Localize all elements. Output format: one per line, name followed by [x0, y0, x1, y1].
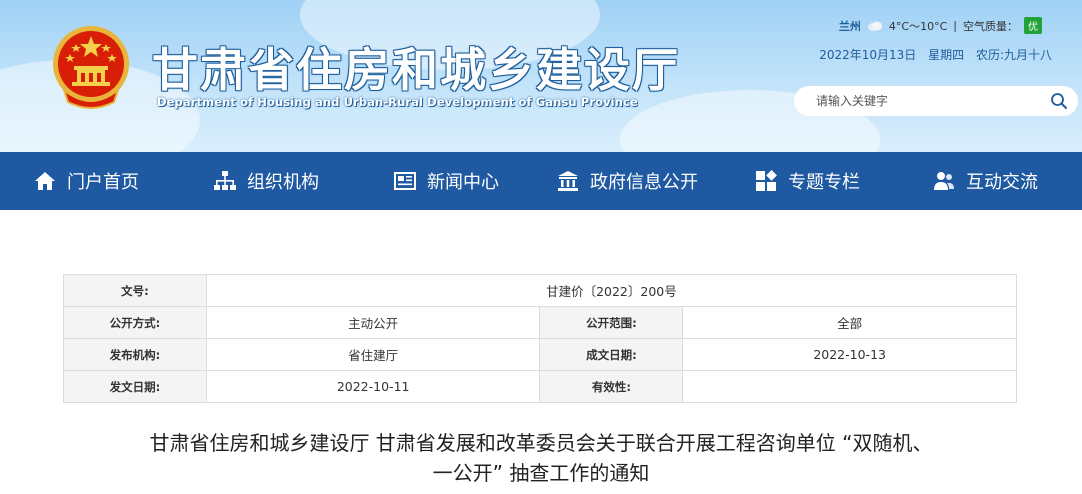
nav-label: 互动交流: [966, 172, 1038, 193]
disclosure-method-label: 公开方式:: [63, 306, 207, 339]
nav-item-interaction[interactable]: 互动交流: [932, 152, 1038, 210]
nav-label: 组织机构: [247, 172, 319, 193]
nav-label: 政府信息公开: [590, 172, 698, 193]
table-row: 文号: 甘建价〔2022〕200号: [63, 274, 1018, 307]
table-row: 发文日期: 2022-10-11 有效性:: [63, 370, 1017, 403]
article-title-line: 一公开” 抽查工作的通知: [432, 461, 650, 485]
national-emblem-icon: [53, 26, 129, 109]
table-row: 公开方式: 主动公开 公开范围: 全部: [63, 306, 1017, 339]
home-icon: [35, 172, 55, 190]
doc-number-label: 文号:: [63, 274, 207, 307]
search-box: [794, 86, 1078, 116]
weather-widget: 兰州 4°C～10°C | 空气质量： 优: [839, 17, 1042, 34]
org-chart-icon: [214, 171, 236, 190]
nav-label: 专题专栏: [788, 172, 860, 193]
site-header: 甘肃省住房和城乡建设厅 Department of Housing and Ur…: [0, 0, 1082, 152]
doc-number-value: 甘建价〔2022〕200号: [205, 274, 1018, 307]
weather-temperature: 4°C～10°C: [888, 19, 948, 33]
search-icon[interactable]: [1050, 92, 1068, 110]
users-icon: [934, 172, 954, 190]
publisher-label: 发布机构:: [63, 338, 207, 371]
disclosure-method-value: 主动公开: [205, 306, 541, 339]
newspaper-icon: [394, 172, 416, 190]
weekday: 星期四: [928, 48, 965, 62]
validity-label: 有效性:: [539, 370, 684, 403]
issued-date-label: 发文日期:: [63, 370, 207, 403]
cloudy-icon: [867, 21, 882, 31]
issued-date-value: 2022-10-11: [205, 370, 541, 403]
nav-label: 门户首页: [67, 172, 139, 193]
gregorian-date: 2022年10月13日: [819, 48, 917, 62]
weather-separator: |: [953, 19, 957, 32]
created-date-value: 2022-10-13: [682, 338, 1017, 371]
publisher-value: 省住建厅: [205, 338, 541, 371]
disclosure-scope-value: 全部: [682, 306, 1017, 339]
site-subtitle: Department of Housing and Urban-Rural De…: [157, 95, 638, 109]
nav-item-news[interactable]: 新闻中心: [393, 152, 499, 210]
nav-item-gov-info[interactable]: 政府信息公开: [556, 152, 698, 210]
government-building-icon: [558, 171, 578, 191]
air-quality-badge: 优: [1024, 17, 1042, 34]
nav-item-organization[interactable]: 组织机构: [213, 152, 319, 210]
date-line: 2022年10月13日 星期四 农历:九月十八: [811, 46, 1052, 63]
validity-value: [682, 370, 1017, 403]
grid-icon: [756, 169, 777, 191]
air-quality-label: 空气质量：: [963, 19, 1018, 33]
search-input[interactable]: [816, 94, 1050, 108]
main-nav: 门户首页 组织机构 新闻中心 政府信息公开 专题专栏 互动交流: [0, 152, 1082, 210]
table-row: 发布机构: 省住建厅 成文日期: 2022-10-13: [63, 338, 1017, 371]
nav-item-special-topics[interactable]: 专题专栏: [754, 152, 860, 210]
article-title-line: 甘肃省住房和城乡建设厅 甘肃省发展和改革委员会关于联合开展工程咨询单位 “双随机…: [149, 431, 933, 455]
nav-item-home[interactable]: 门户首页: [33, 152, 139, 210]
weather-city: 兰州: [838, 19, 861, 33]
lunar-date: 农历:九月十八: [975, 48, 1052, 62]
nav-label: 新闻中心: [427, 172, 499, 193]
site-title: 甘肃省住房和城乡建设厅: [152, 43, 680, 97]
disclosure-scope-label: 公开范围:: [539, 306, 684, 339]
created-date-label: 成文日期:: [539, 338, 684, 371]
document-metadata-table: 文号: 甘建价〔2022〕200号 公开方式: 主动公开 公开范围: 全部 发布…: [63, 274, 1018, 403]
article-title: 甘肃省住房和城乡建设厅 甘肃省发展和改革委员会关于联合开展工程咨询单位 “双随机…: [60, 428, 1022, 488]
